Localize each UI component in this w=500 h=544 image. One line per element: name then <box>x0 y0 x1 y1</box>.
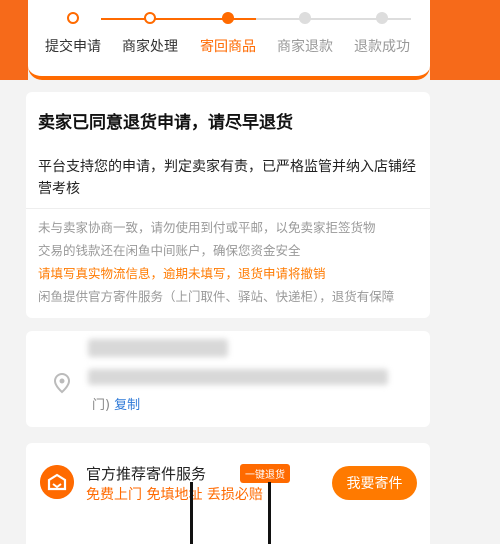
step-dot-refund-success <box>376 12 388 24</box>
notice-description: 平台支持您的申请，判定卖家有责，已严格监管并纳入店铺经营考核 <box>38 159 416 197</box>
return-address-card: 门) 复制 <box>26 331 430 427</box>
redacted-name <box>88 339 228 357</box>
annotation-stroke <box>190 482 193 544</box>
notice-divider <box>26 208 430 209</box>
tip-text: 闲鱼提供官方寄件服务（上门取件、驿站、快递柜），退货有保障 <box>38 289 395 304</box>
notice-title: 卖家已同意退货申请，请尽早退货 <box>38 113 293 133</box>
annotation-stroke <box>268 482 271 544</box>
return-notice-card: 卖家已同意退货申请，请尽早退货 平台支持您的申请，判定卖家有责，已严格监管并纳入… <box>26 92 430 318</box>
step-label-merchant-refund: 商家退款 <box>277 39 333 55</box>
step-label-refund-success: 退款成功 <box>354 39 410 55</box>
courier-service-card: 官方推荐寄件服务 一键退货 免费上门 免填地址 丢损必赔 我要寄件 <box>26 443 430 544</box>
courier-logo-icon <box>40 465 74 499</box>
address-tail: 门) 复制 <box>92 394 140 413</box>
step-dot-merchant <box>144 12 156 24</box>
one-click-return-badge: 一键退货 <box>240 464 290 483</box>
top-banner-left <box>0 0 28 80</box>
copy-address-link[interactable]: 复制 <box>114 398 140 413</box>
step-dot-submit <box>67 12 79 24</box>
step-dot-merchant-refund <box>299 12 311 24</box>
ship-button[interactable]: 我要寄件 <box>332 466 417 500</box>
top-banner-right <box>430 0 500 80</box>
redacted-address <box>88 369 388 385</box>
address-tail-text: 门) <box>92 398 111 413</box>
courier-title: 官方推荐寄件服务 <box>86 465 207 483</box>
tip-text: 交易的钱款还在闲鱼中间账户，确保您资金安全 <box>38 243 301 258</box>
step-label-merchant: 商家处理 <box>122 39 178 55</box>
courier-subtitle: 免费上门 免填地址 丢损必赔 <box>86 487 263 503</box>
tip-text: 未与卖家协商一致，请勿使用到付或平邮，以免卖家拒签货物 <box>38 220 376 235</box>
location-icon <box>53 372 71 394</box>
tip-warning: 请填写真实物流信息，逾期未填写，退货申请将撤销 <box>38 266 326 281</box>
step-label-submit: 提交申请 <box>45 39 101 55</box>
step-label-return: 寄回商品 <box>200 39 256 55</box>
refund-progress-card: 提交申请 商家处理 寄回商品 商家退款 退款成功 <box>28 0 430 80</box>
step-dot-return <box>222 12 234 24</box>
